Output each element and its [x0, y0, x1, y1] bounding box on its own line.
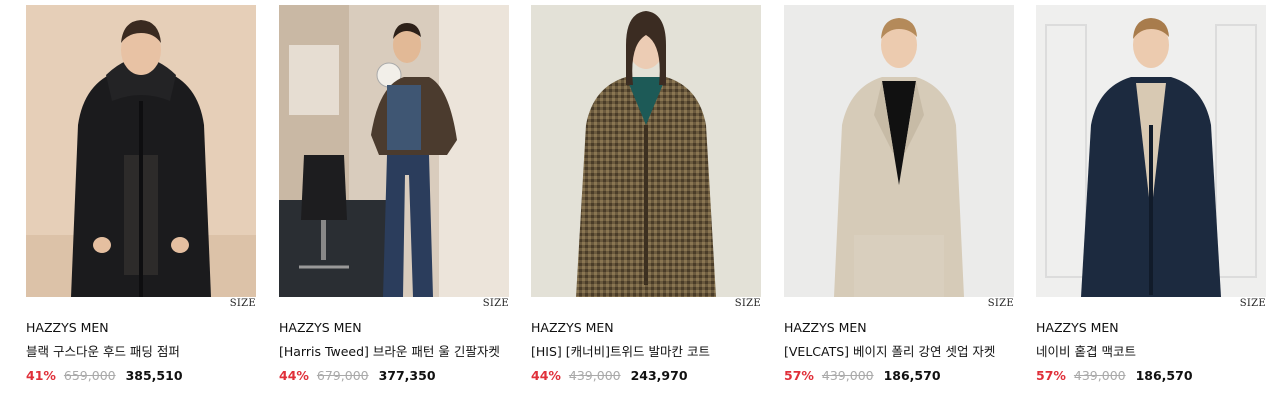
product-brand: HAZZYS MEN	[531, 320, 614, 335]
product-name[interactable]: 블랙 구스다운 후드 패딩 점퍼	[26, 341, 180, 360]
discount-rate: 44%	[279, 368, 309, 383]
original-price: 439,000	[821, 368, 874, 383]
product-brand: HAZZYS MEN	[1036, 320, 1119, 335]
product-name[interactable]: [Harris Tweed] 브라운 패턴 울 긴팔자켓	[279, 341, 500, 360]
sale-price: 385,510	[125, 368, 183, 383]
product-card[interactable]: SIZE HAZZYS MEN [Harris Tweed] 브라운 패턴 울 …	[279, 5, 509, 383]
sale-price: 243,970	[630, 368, 688, 383]
product-list: SIZE HAZZYS MEN 블랙 구스다운 후드 패딩 점퍼 41% 659…	[0, 0, 1269, 418]
product-brand: HAZZYS MEN	[784, 320, 867, 335]
size-link[interactable]: SIZE	[230, 298, 256, 309]
product-price: 41% 659,000 385,510	[26, 368, 183, 383]
size-link[interactable]: SIZE	[483, 298, 509, 309]
product-name[interactable]: 네이비 홑겹 맥코트	[1036, 341, 1136, 360]
discount-rate: 57%	[1036, 368, 1066, 383]
size-link[interactable]: SIZE	[735, 298, 761, 309]
product-image[interactable]	[784, 5, 1014, 297]
product-image[interactable]	[26, 5, 256, 297]
product-brand: HAZZYS MEN	[279, 320, 362, 335]
product-name[interactable]: [HIS] [캐너비]트위드 발마칸 코트	[531, 341, 710, 360]
product-price: 44% 439,000 243,970	[531, 368, 688, 383]
product-price: 44% 679,000 377,350	[279, 368, 436, 383]
discount-rate: 44%	[531, 368, 561, 383]
discount-rate: 41%	[26, 368, 56, 383]
product-card[interactable]: SIZE HAZZYS MEN [VELCATS] 베이지 폴리 강연 셋업 자…	[784, 5, 1014, 383]
product-image[interactable]	[531, 5, 761, 297]
sale-price: 186,570	[883, 368, 941, 383]
product-image[interactable]	[1036, 5, 1266, 297]
original-price: 439,000	[1073, 368, 1126, 383]
product-brand: HAZZYS MEN	[26, 320, 109, 335]
product-card[interactable]: SIZE HAZZYS MEN 블랙 구스다운 후드 패딩 점퍼 41% 659…	[26, 5, 256, 383]
product-image[interactable]	[279, 5, 509, 297]
sale-price: 186,570	[1135, 368, 1193, 383]
discount-rate: 57%	[784, 368, 814, 383]
original-price: 659,000	[63, 368, 116, 383]
product-price: 57% 439,000 186,570	[1036, 368, 1193, 383]
product-card[interactable]: SIZE HAZZYS MEN 네이비 홑겹 맥코트 57% 439,000 1…	[1036, 5, 1266, 383]
product-name[interactable]: [VELCATS] 베이지 폴리 강연 셋업 자켓	[784, 341, 995, 360]
product-price: 57% 439,000 186,570	[784, 368, 941, 383]
original-price: 679,000	[316, 368, 369, 383]
original-price: 439,000	[568, 368, 621, 383]
size-link[interactable]: SIZE	[1240, 298, 1266, 309]
product-card[interactable]: SIZE HAZZYS MEN [HIS] [캐너비]트위드 발마칸 코트 44…	[531, 5, 761, 383]
size-link[interactable]: SIZE	[988, 298, 1014, 309]
sale-price: 377,350	[378, 368, 436, 383]
